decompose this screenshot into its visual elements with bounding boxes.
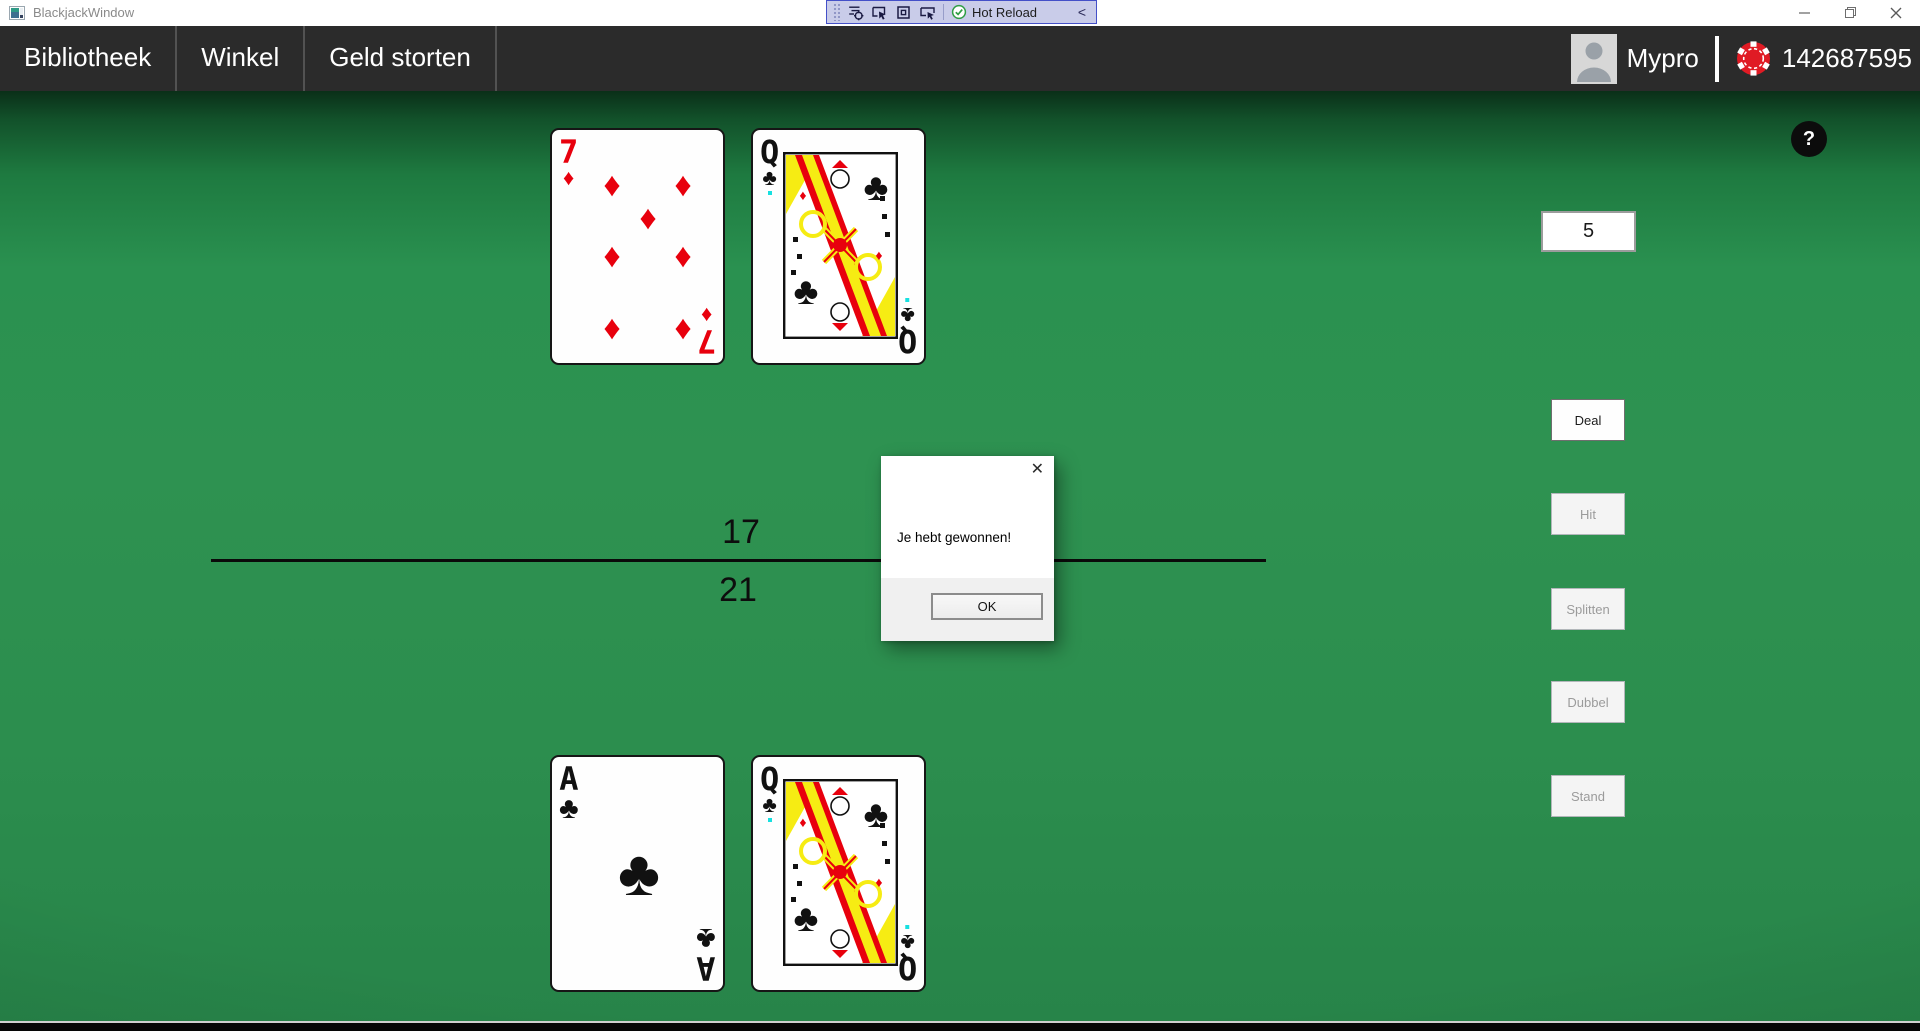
dealer-card-queen-of-clubs: Q ♣ [751, 128, 926, 365]
card-rank: Q [760, 136, 779, 168]
dialog-ok-button[interactable]: OK [931, 593, 1043, 620]
diamond-pip: ♦ [603, 168, 620, 202]
hot-reload-label: Hot Reload [972, 5, 1037, 20]
minimize-button[interactable] [1782, 0, 1828, 26]
toolbar-grip-handle[interactable] [833, 3, 840, 21]
toolbar-separator [943, 4, 944, 20]
diamond-pip: ♦ [603, 311, 620, 345]
pixel-artifact [905, 298, 909, 302]
restore-icon [1828, 0, 1874, 26]
player-score: 21 [719, 573, 757, 607]
split-button[interactable]: Splitten [1551, 588, 1625, 630]
bet-input[interactable]: 5 [1541, 211, 1636, 252]
card-rank: 7 [559, 136, 578, 168]
nav-item-bibliotheek[interactable]: Bibliotheek [0, 26, 177, 91]
club-icon: ♣ [900, 304, 914, 326]
window-title: BlackjackWindow [33, 0, 134, 26]
svg-text:♣: ♣ [864, 794, 889, 836]
queen-face-art: ♣ ♣ ♦ ♦ [783, 152, 898, 339]
club-icon: ♣ [559, 794, 579, 824]
blackjack-window: BlackjackWindow [0, 0, 1920, 1031]
club-icon: ♣ [762, 794, 776, 816]
club-icon: ♣ [762, 167, 776, 189]
balance-value: 142687595 [1782, 43, 1912, 74]
navbar-divider [1715, 36, 1719, 82]
dialog-close-icon[interactable]: ✕ [1031, 462, 1044, 478]
select-element-icon[interactable] [871, 4, 888, 21]
svg-text:♦: ♦ [799, 187, 806, 203]
navbar: Bibliotheek Winkel Geld storten Mypro [0, 26, 1920, 91]
close-button[interactable] [1874, 0, 1920, 26]
layout-adorners-icon[interactable] [895, 4, 912, 21]
queen-face-art: ♣ ♣ ♦ ♦ [783, 779, 898, 966]
club-icon: ♣ [696, 923, 716, 953]
card-rank: Q [760, 763, 779, 795]
deal-button[interactable]: Deal [1551, 399, 1625, 441]
pixel-artifact [768, 191, 772, 195]
player-card-ace-of-clubs: A ♣ ♣ A ♣ [550, 755, 725, 992]
diamond-pip: ♦ [674, 311, 691, 345]
hot-reload-check-icon [951, 4, 967, 20]
card-rank: Q [898, 325, 917, 357]
help-button[interactable]: ? [1791, 121, 1827, 157]
player-card-queen-of-clubs: Q ♣ [751, 755, 926, 992]
pixel-artifact [768, 818, 772, 822]
svg-text:♣: ♣ [794, 898, 819, 940]
svg-text:♦: ♦ [799, 814, 806, 830]
svg-text:♣: ♣ [794, 271, 819, 313]
bottom-edge-bar [0, 1021, 1920, 1031]
window-controls [1782, 0, 1920, 26]
svg-text:♦: ♦ [875, 874, 882, 890]
stand-button[interactable]: Stand [1551, 775, 1625, 817]
diamond-pip: ♦ [639, 201, 656, 235]
card-rank: 7 [697, 325, 716, 357]
diamond-icon: ♦ [563, 167, 574, 189]
debug-toolbar: Hot Reload < [826, 0, 1097, 24]
nav-item-geld-storten[interactable]: Geld storten [305, 26, 497, 91]
dealer-card-7-of-diamonds: 7 ♦ ♦ ♦ ♦ ♦ ♦ ♦ ♦ 7 ♦ [550, 128, 725, 365]
close-icon [1874, 0, 1920, 26]
live-visual-tree-icon[interactable] [847, 4, 864, 21]
svg-text:♦: ♦ [875, 247, 882, 263]
score-divider-line [211, 559, 1266, 562]
diamond-icon: ♦ [701, 304, 712, 326]
app-icon [9, 5, 25, 21]
poker-chip-icon [1735, 40, 1772, 77]
avatar [1571, 34, 1617, 84]
pixel-artifact [905, 925, 909, 929]
dialog-message: Je hebt gewonnen! [897, 530, 1011, 545]
card-rank: Q [898, 952, 917, 984]
club-icon: ♣ [900, 931, 914, 953]
dealer-score: 17 [722, 515, 760, 549]
double-button[interactable]: Dubbel [1551, 681, 1625, 723]
card-rank: A [559, 763, 578, 795]
toolbar-collapse-chevron[interactable]: < [1078, 4, 1090, 20]
dialog-footer: OK [881, 578, 1054, 641]
card-rank: A [697, 952, 716, 984]
big-club-pip: ♣ [618, 841, 660, 905]
titlebar: BlackjackWindow [0, 0, 1920, 26]
diamond-pip: ♦ [603, 239, 620, 273]
svg-text:♣: ♣ [864, 167, 889, 209]
game-table: 7 ♦ ♦ ♦ ♦ ♦ ♦ ♦ ♦ 7 ♦ Q ♣ [0, 91, 1920, 1021]
hot-reload-button[interactable]: Hot Reload [951, 4, 1037, 20]
nav-item-winkel[interactable]: Winkel [177, 26, 305, 91]
minimize-icon [1782, 0, 1828, 26]
win-dialog: ✕ Je hebt gewonnen! OK [881, 456, 1054, 641]
track-focused-element-icon[interactable] [919, 4, 936, 21]
navbar-user-area: Mypro 142687595 [1571, 26, 1912, 91]
diamond-pip: ♦ [674, 239, 691, 273]
hit-button[interactable]: Hit [1551, 493, 1625, 535]
username: Mypro [1627, 43, 1699, 74]
diamond-pip: ♦ [674, 168, 691, 202]
restore-button[interactable] [1828, 0, 1874, 26]
